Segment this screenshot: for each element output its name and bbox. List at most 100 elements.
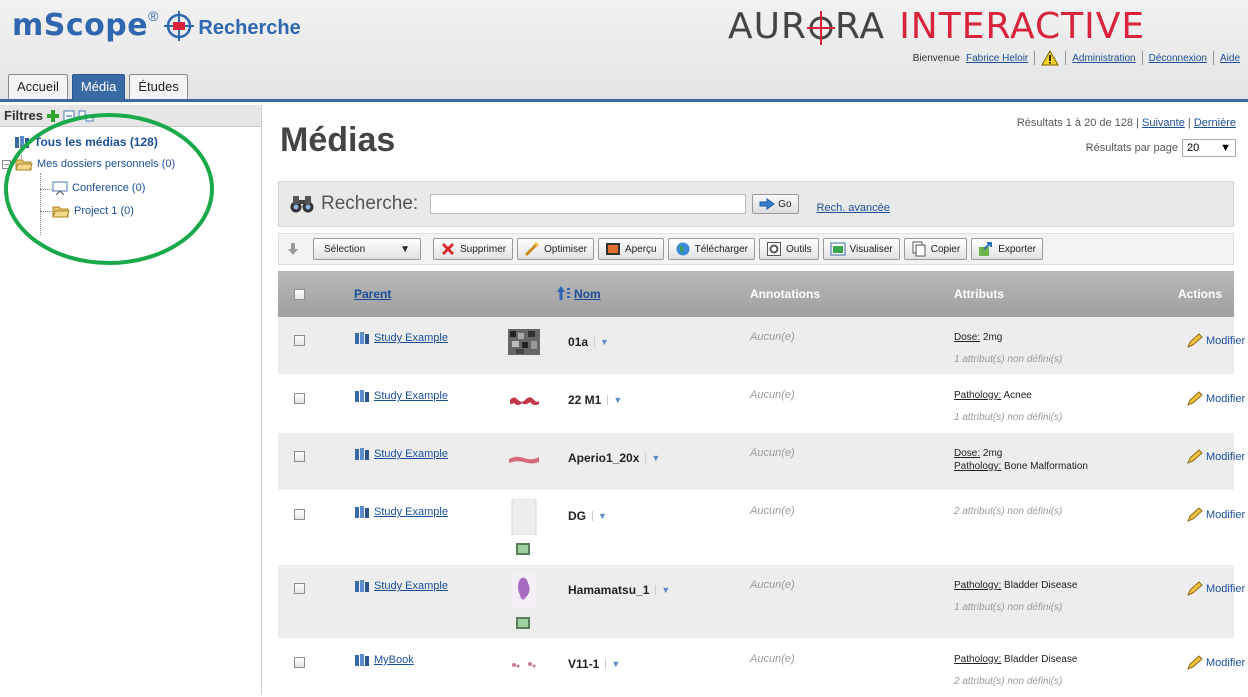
modify-button[interactable]: Modifier bbox=[1186, 655, 1245, 671]
attribute-key[interactable]: Pathology: bbox=[954, 390, 1001, 401]
tree-item-all-media[interactable]: Tous les médias (128) bbox=[14, 135, 158, 149]
row-checkbox[interactable] bbox=[294, 451, 305, 462]
user-profile-link[interactable]: Fabrice Heloir bbox=[966, 53, 1028, 64]
tree-item-project-1[interactable]: Project 1 (0) bbox=[52, 204, 134, 218]
row-checkbox[interactable] bbox=[294, 335, 305, 346]
administration-link[interactable]: Administration bbox=[1072, 53, 1135, 64]
media-name[interactable]: Aperio1_20x bbox=[568, 451, 639, 465]
row-checkbox[interactable] bbox=[294, 657, 305, 668]
chevron-down-icon[interactable]: ▼ bbox=[605, 659, 620, 669]
blank-slide-thumbnail[interactable] bbox=[508, 499, 540, 535]
export-button[interactable]: Exporter bbox=[971, 238, 1043, 260]
parent-link[interactable]: Study Example bbox=[374, 580, 448, 592]
preview-button[interactable]: Aperçu bbox=[597, 238, 664, 260]
tools-button[interactable]: Outils bbox=[758, 238, 819, 260]
row-checkbox[interactable] bbox=[294, 583, 305, 594]
advanced-search-link[interactable]: Rech. avancée bbox=[817, 202, 890, 214]
help-link[interactable]: Aide bbox=[1220, 53, 1240, 64]
tab-accueil[interactable]: Accueil bbox=[8, 74, 68, 99]
attribute-key[interactable]: Pathology: bbox=[954, 654, 1001, 665]
selection-dropdown[interactable]: Sélection ▼ bbox=[313, 238, 421, 260]
chevron-down-icon[interactable]: ▼ bbox=[607, 395, 622, 405]
modify-button[interactable]: Modifier bbox=[1186, 581, 1245, 597]
undefined-attributes-note: 1 attribut(s) non défini(s) bbox=[954, 602, 1063, 613]
warning-icon[interactable] bbox=[1041, 50, 1060, 66]
tree-item-personal-folders[interactable]: – Mes dossiers personnels (0) bbox=[2, 157, 175, 171]
per-page-select[interactable]: 20 ▼ bbox=[1182, 139, 1236, 157]
logout-link[interactable]: Déconnexion bbox=[1149, 53, 1207, 64]
sort-ascending-icon[interactable] bbox=[556, 285, 572, 304]
modify-button[interactable]: Modifier bbox=[1186, 449, 1245, 465]
arrow-right-icon bbox=[759, 198, 776, 210]
media-table-body: Study Example 01a ▼ Aucun(e) Dose: 2mg 1… bbox=[278, 317, 1245, 697]
parent-link[interactable]: Study Example bbox=[374, 448, 448, 460]
collapse-toggle[interactable]: – bbox=[2, 159, 11, 169]
crosshair-logo-icon bbox=[164, 10, 195, 41]
attribute-value: Bladder Disease bbox=[1004, 580, 1078, 591]
select-all-checkbox[interactable] bbox=[294, 289, 305, 300]
media-name[interactable]: Hamamatsu_1 bbox=[568, 583, 649, 597]
media-name[interactable]: V11-1 bbox=[568, 657, 599, 671]
parent-cell: Study Example bbox=[354, 447, 448, 461]
modify-button[interactable]: Modifier bbox=[1186, 391, 1245, 407]
chevron-down-icon[interactable]: ▼ bbox=[592, 511, 607, 521]
brand-subtitle: Recherche bbox=[198, 17, 301, 39]
attribute-key[interactable]: Pathology: bbox=[954, 461, 1001, 472]
row-checkbox[interactable] bbox=[294, 393, 305, 404]
pencil-icon bbox=[1187, 507, 1203, 522]
parent-link[interactable]: MyBook bbox=[374, 654, 414, 666]
column-header-name[interactable]: Nom bbox=[574, 287, 601, 301]
attribute-value: 2mg bbox=[982, 332, 1003, 343]
undefined-attributes-note: 1 attribut(s) non défini(s) bbox=[954, 412, 1063, 423]
attribute-key[interactable]: Pathology: bbox=[954, 580, 1001, 591]
chevron-down-icon[interactable]: ▼ bbox=[645, 453, 660, 463]
purple-slide-thumbnail[interactable] bbox=[508, 573, 540, 609]
collapse-all-icon[interactable] bbox=[63, 110, 75, 122]
modify-button[interactable]: Modifier bbox=[1186, 333, 1245, 349]
binoculars-icon bbox=[290, 196, 314, 213]
attribute-value: 2mg bbox=[982, 448, 1003, 459]
annotations-cell: Aucun(e) bbox=[750, 331, 795, 343]
pencil-icon bbox=[1187, 391, 1203, 406]
copy-button[interactable]: Copier bbox=[903, 238, 968, 260]
delete-button[interactable]: Supprimer bbox=[433, 238, 514, 260]
column-header-parent[interactable]: Parent bbox=[354, 287, 391, 301]
row-checkbox[interactable] bbox=[294, 509, 305, 520]
view-button[interactable]: Visualiser bbox=[822, 238, 900, 260]
parent-link[interactable]: Study Example bbox=[374, 506, 448, 518]
chevron-down-icon[interactable]: ▼ bbox=[655, 585, 670, 595]
main-content: Médias Résultats 1 à 20 de 128 | Suivant… bbox=[266, 105, 1248, 697]
table-row: MyBook V11-1 ▼ Aucun(e) Pathology: Bladd… bbox=[278, 639, 1245, 697]
expand-all-icon[interactable] bbox=[78, 110, 94, 122]
media-name-cell: DG ▼ bbox=[568, 509, 607, 523]
media-name[interactable]: 01a bbox=[568, 335, 588, 349]
tissue-strip-thumbnail[interactable] bbox=[508, 445, 540, 471]
next-page-link[interactable]: Suivante bbox=[1142, 117, 1185, 129]
parent-link[interactable]: Study Example bbox=[374, 390, 448, 402]
books-icon bbox=[15, 136, 29, 148]
tree-item-conference[interactable]: Conference (0) bbox=[52, 181, 145, 195]
media-name[interactable]: 22 M1 bbox=[568, 393, 601, 407]
tab-etudes[interactable]: Études bbox=[129, 74, 188, 99]
modify-button[interactable]: Modifier bbox=[1186, 507, 1245, 523]
download-button[interactable]: Télécharger bbox=[667, 238, 755, 260]
parent-link[interactable]: Study Example bbox=[374, 332, 448, 344]
tissue-red-thumbnail[interactable] bbox=[508, 387, 540, 413]
go-button[interactable]: Go bbox=[752, 194, 799, 214]
sort-down-arrow-icon[interactable] bbox=[287, 242, 299, 256]
media-name[interactable]: DG bbox=[568, 509, 586, 523]
presentation-icon bbox=[52, 181, 68, 195]
chevron-down-icon[interactable]: ▼ bbox=[594, 337, 609, 347]
attribute-key[interactable]: Dose: bbox=[954, 332, 980, 343]
last-page-link[interactable]: Dernière bbox=[1194, 117, 1236, 129]
tools-label: Outils bbox=[785, 243, 812, 255]
attribute-key[interactable]: Dose: bbox=[954, 448, 980, 459]
add-filter-icon[interactable] bbox=[46, 109, 60, 123]
attributes-cell: Pathology: Bladder Disease 1 attribut(s)… bbox=[954, 579, 1077, 614]
mosaic-thumbnail[interactable] bbox=[508, 329, 540, 355]
optimize-button[interactable]: Optimiser bbox=[517, 238, 594, 260]
tab-media[interactable]: Média bbox=[71, 74, 126, 100]
dots-thumbnail[interactable] bbox=[508, 651, 540, 677]
attributes-cell: Dose: 2mg Pathology: Bone Malformation bbox=[954, 447, 1088, 473]
search-input[interactable] bbox=[430, 194, 747, 214]
